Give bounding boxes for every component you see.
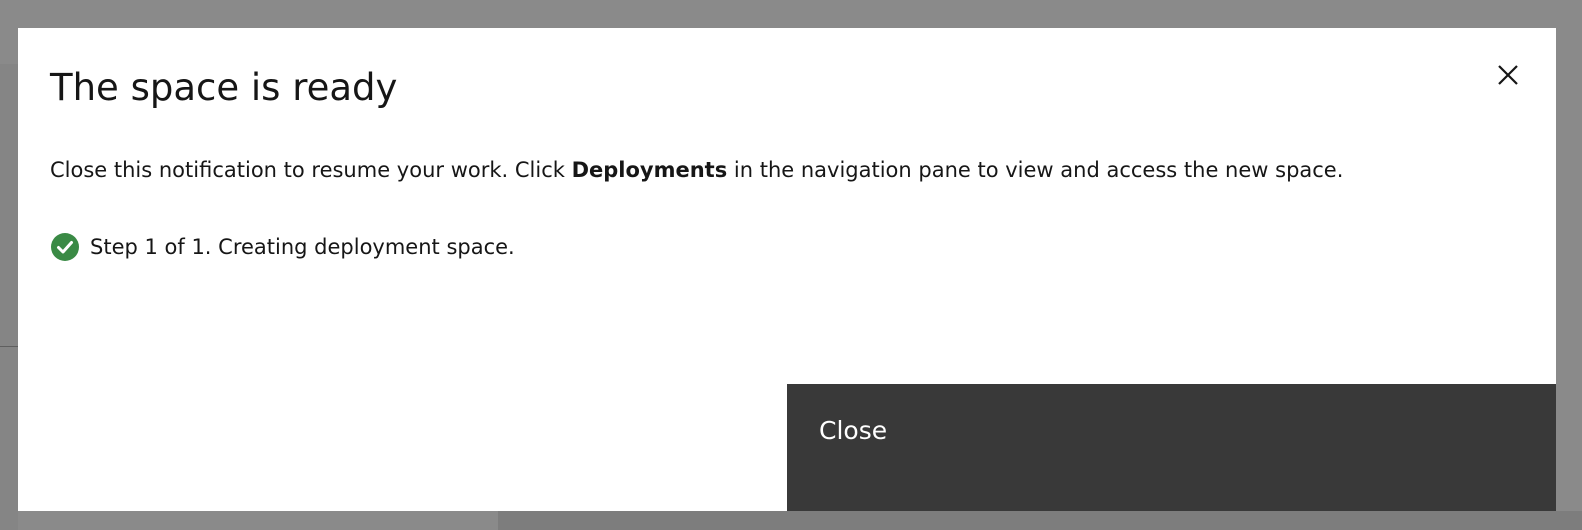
close-icon: [1498, 65, 1518, 85]
deployments-emphasis: Deployments: [571, 158, 728, 182]
step-label: Step 1 of 1. Creating deployment space.: [90, 235, 515, 259]
checkmark-filled-icon: [51, 233, 79, 261]
background-footer: [498, 511, 1582, 530]
progress-step: Step 1 of 1. Creating deployment space.: [50, 232, 515, 262]
modal-title: The space is ready: [50, 66, 398, 109]
modal-dialog: The space is ready Close this notificati…: [18, 28, 1556, 511]
close-button-label: Close: [819, 416, 888, 445]
close-button[interactable]: Close: [787, 384, 1556, 511]
modal-close-icon-button[interactable]: [1488, 55, 1528, 95]
modal-body-text: Close this notification to resume your w…: [50, 152, 1530, 188]
background-divider: [0, 346, 18, 347]
background-panel: [0, 64, 18, 530]
body-text-prefix: Close this notification to resume your w…: [50, 158, 572, 182]
body-text-suffix: in the navigation pane to view and acces…: [727, 158, 1344, 182]
